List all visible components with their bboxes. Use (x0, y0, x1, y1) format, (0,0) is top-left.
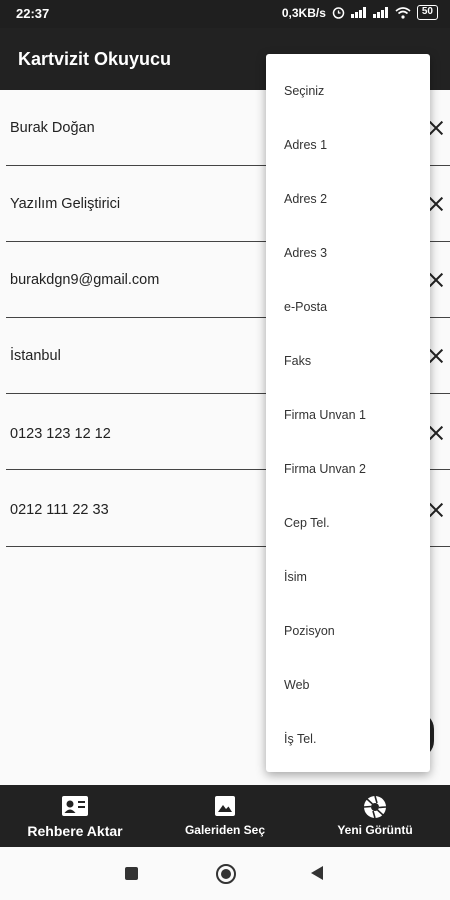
menu-item-pozisyon[interactable]: Pozisyon (284, 624, 335, 638)
field-value[interactable]: 0212 111 22 33 (10, 502, 109, 518)
battery-indicator: 50 (416, 5, 438, 20)
image-icon (215, 796, 235, 816)
menu-item-firma-unvan-1[interactable]: Firma Unvan 1 (284, 408, 366, 422)
clear-icon[interactable] (428, 196, 444, 212)
menu-item-adres-3[interactable]: Adres 3 (284, 246, 327, 260)
field-value[interactable]: Yazılım Geliştirici (10, 196, 120, 212)
system-nav-bar (0, 847, 450, 900)
bottom-action-bar: Rehbere Aktar Galeriden Seç Yeni Görüntü (0, 785, 450, 847)
field-value[interactable]: 0123 123 12 12 (10, 426, 111, 442)
clear-icon[interactable] (428, 502, 444, 518)
recent-apps-icon[interactable] (125, 867, 138, 880)
field-value[interactable]: burakdgn9@gmail.com (10, 272, 159, 288)
network-speed: 0,3KB/s (281, 5, 326, 20)
clear-icon[interactable] (428, 425, 444, 441)
alarm-icon (332, 7, 345, 19)
menu-item-e-posta[interactable]: e-Posta (284, 300, 327, 314)
menu-item-cep-tel[interactable]: Cep Tel. (284, 516, 330, 530)
app-title: Kartvizit Okuyucu (18, 49, 172, 69)
signal-icon-1 (350, 7, 367, 18)
gallery-button[interactable]: Galeriden Seç (150, 785, 300, 847)
home-icon[interactable] (216, 864, 236, 884)
menu-item-firma-unvan-2[interactable]: Firma Unvan 2 (284, 462, 366, 476)
menu-item-is-tel[interactable]: İş Tel. (284, 732, 316, 746)
clear-icon[interactable] (428, 120, 444, 136)
menu-item-adres-2[interactable]: Adres 2 (284, 192, 327, 206)
field-value[interactable]: Burak Doğan (10, 120, 95, 136)
gallery-label: Galeriden Seç (184, 823, 266, 837)
field-value[interactable]: İstanbul (10, 348, 61, 364)
menu-item-faks[interactable]: Faks (284, 354, 311, 368)
menu-item-seciniz[interactable]: Seçiniz (284, 84, 324, 98)
menu-item-adres-1[interactable]: Adres 1 (284, 138, 327, 152)
back-icon[interactable] (311, 866, 323, 880)
status-bar: 22:37 0,3KB/s 50 (0, 0, 450, 28)
export-contacts-button[interactable]: Rehbere Aktar (0, 785, 150, 847)
clear-icon[interactable] (428, 272, 444, 288)
status-time: 22:37 (16, 6, 50, 21)
status-icons: 0,3KB/s 50 (282, 5, 438, 20)
field-type-dropdown: Seçiniz Adres 1 Adres 2 Adres 3 e-Posta … (266, 54, 430, 772)
contact-card-icon (62, 796, 88, 816)
clear-icon[interactable] (428, 348, 444, 364)
new-image-label: Yeni Görüntü (337, 823, 413, 837)
new-image-button[interactable]: Yeni Görüntü (300, 785, 450, 847)
wifi-icon (395, 6, 411, 19)
menu-item-isim[interactable]: İsim (284, 570, 307, 584)
camera-aperture-icon (363, 795, 387, 819)
signal-icon-2 (372, 7, 389, 18)
export-contacts-label: Rehbere Aktar (27, 823, 123, 839)
menu-item-web[interactable]: Web (284, 678, 309, 692)
